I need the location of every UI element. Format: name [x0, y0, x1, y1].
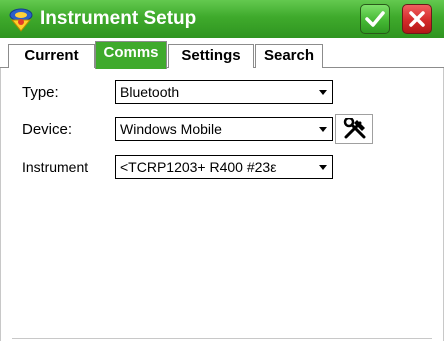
tab-comms[interactable]: Comms [95, 41, 167, 69]
type-label: Type: [22, 84, 59, 101]
device-settings-button[interactable] [335, 114, 373, 144]
window-title: Instrument Setup [40, 8, 197, 29]
chevron-down-icon [319, 165, 327, 170]
tab-settings[interactable]: Settings [168, 44, 254, 68]
device-value: Windows Mobile [120, 121, 222, 137]
instrument-label: Instrument [22, 159, 89, 175]
type-value: Bluetooth [120, 84, 180, 100]
instrument-value: <TCRP1203+ R400 #23ε [120, 159, 277, 175]
chevron-down-icon [319, 90, 327, 95]
instrument-setup-window: Instrument Setup Current Comms Settings … [0, 0, 444, 341]
close-button[interactable] [402, 4, 432, 34]
checkmark-icon [365, 11, 385, 27]
panel-border-bottom [12, 338, 432, 339]
tools-wrench-hammer-icon [343, 118, 366, 139]
ok-button[interactable] [360, 4, 390, 34]
tab-bar: Current Comms Settings Search [0, 38, 444, 69]
panel-border-left [0, 68, 1, 341]
type-dropdown[interactable]: Bluetooth [115, 80, 333, 104]
device-label: Device: [22, 121, 73, 138]
close-x-icon [409, 11, 425, 27]
instrument-dropdown[interactable]: <TCRP1203+ R400 #23ε [115, 155, 333, 179]
chevron-down-icon [319, 127, 327, 132]
title-bar: Instrument Setup [0, 0, 444, 38]
tab-current[interactable]: Current [8, 44, 95, 68]
tab-search[interactable]: Search [255, 44, 323, 68]
instrument-setup-icon [8, 6, 34, 32]
device-dropdown[interactable]: Windows Mobile [115, 117, 333, 141]
